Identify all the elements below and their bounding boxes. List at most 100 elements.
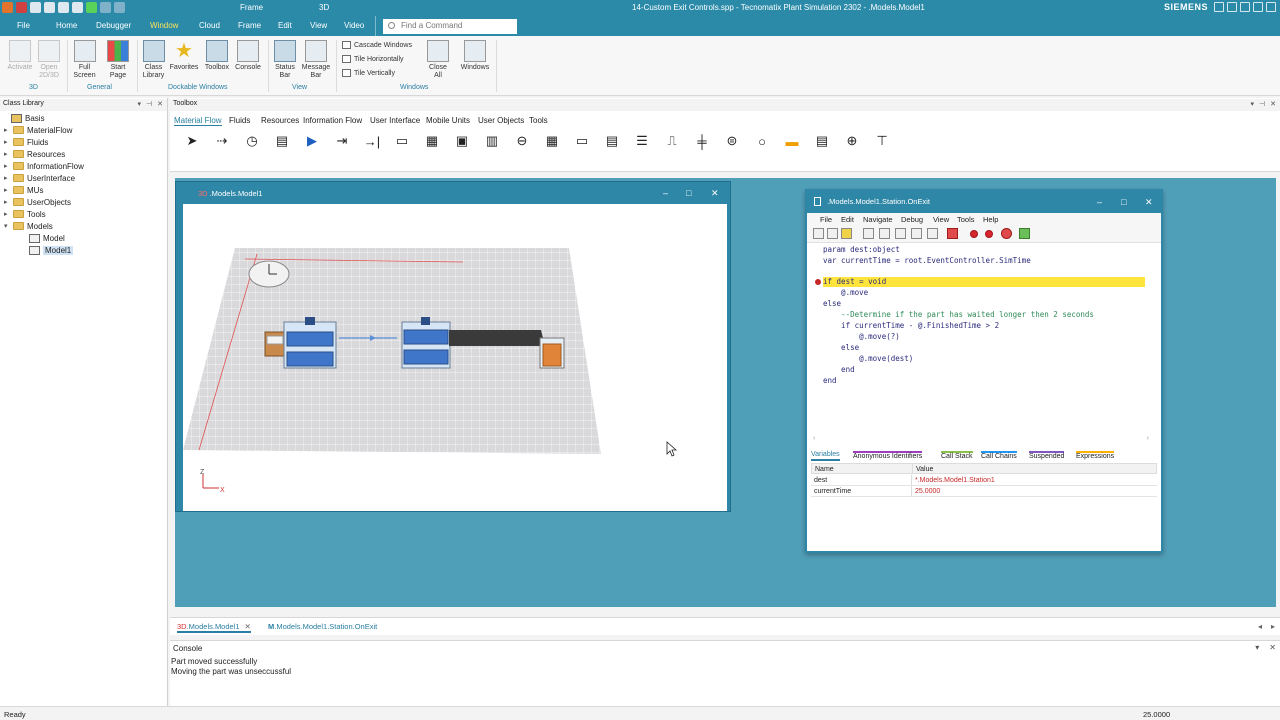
close-icon[interactable]: ✕ <box>1269 643 1276 652</box>
save-icon[interactable] <box>44 2 55 13</box>
conveyor-line[interactable] <box>449 330 545 346</box>
dropdown-icon[interactable]: ▾ <box>1251 100 1255 108</box>
tab-call-chains[interactable]: Call Chains <box>981 451 1017 461</box>
expand-icon[interactable]: ▸ <box>4 186 10 194</box>
connector-icon[interactable]: ⇢ <box>210 130 234 152</box>
pin-icon[interactable]: ⊣ <box>1259 100 1265 108</box>
run-debug-icon[interactable] <box>1019 228 1030 239</box>
sorter-icon[interactable]: ▤ <box>600 130 624 152</box>
pointer-icon[interactable]: ➤ <box>180 130 204 152</box>
stop-icon[interactable] <box>72 2 83 13</box>
two-lane-track-icon[interactable]: ▤ <box>810 130 834 152</box>
cascade-windows-button[interactable]: Cascade Windows <box>342 41 412 49</box>
tree-item-mus[interactable]: ▸ MUs <box>4 184 43 196</box>
collapse-icon[interactable]: ▾ <box>4 222 10 230</box>
tab-frame[interactable]: Frame <box>238 21 261 30</box>
uncomment-icon[interactable] <box>927 228 938 239</box>
station-object[interactable] <box>283 317 337 369</box>
tab-file[interactable]: File <box>17 21 30 30</box>
indent-icon[interactable] <box>879 228 890 239</box>
editor-menu-file[interactable]: File <box>820 215 832 224</box>
editor-menu-debug[interactable]: Debug <box>901 215 923 224</box>
code-horizontal-scrollbar[interactable]: ‹ › <box>813 435 1149 442</box>
delete-breakpoints-icon[interactable] <box>947 228 958 239</box>
frame-icon[interactable]: ▤ <box>270 130 294 152</box>
tab-user-objects[interactable]: User Objects <box>478 116 524 125</box>
doc-tab-model1-3d[interactable]: 3D.Models.Model1 ✕ <box>177 622 251 633</box>
expand-icon[interactable]: ▸ <box>4 126 10 134</box>
table-row[interactable]: dest *.Models.Model1.Station1 <box>811 475 1157 486</box>
drain-object[interactable] <box>539 337 565 369</box>
tree-item-informationflow[interactable]: ▸ InformationFlow <box>4 160 84 172</box>
outdent-icon[interactable] <box>895 228 906 239</box>
expand-icon[interactable]: ▸ <box>4 210 10 218</box>
turnplate-icon[interactable]: ○ <box>750 130 774 152</box>
tab-expressions[interactable]: Expressions <box>1076 451 1115 461</box>
minimize-icon[interactable]: – <box>663 188 668 198</box>
favorites-button[interactable]: ★ Favorites <box>168 40 200 72</box>
console-button[interactable]: Console <box>233 40 263 72</box>
workshop-icon[interactable]: ⎍ <box>660 130 684 152</box>
tab-call-stack[interactable]: Call Stack <box>941 451 973 461</box>
tree-item-userinterface[interactable]: ▸ UserInterface <box>4 172 75 184</box>
tree-item-materialflow[interactable]: ▸ MaterialFlow <box>4 124 72 136</box>
step-icon[interactable] <box>100 2 111 13</box>
inherit-icon[interactable] <box>813 228 824 239</box>
expand-icon[interactable]: ▸ <box>4 198 10 206</box>
tab-anonymous-identifiers[interactable]: Anonymous Identifiers <box>853 451 923 461</box>
tree-item-model1[interactable]: Model1 <box>20 244 74 256</box>
tab-scroll-right-icon[interactable]: ▸ <box>1271 622 1275 631</box>
tree-item-model[interactable]: Model <box>20 232 65 244</box>
buffer-icon[interactable]: ▭ <box>570 130 594 152</box>
source-icon[interactable]: ▶ <box>300 130 324 152</box>
editor-menu-edit[interactable]: Edit <box>841 215 854 224</box>
tab-window[interactable]: Window <box>150 21 178 30</box>
maximize-icon[interactable]: □ <box>686 188 691 198</box>
tab-material-flow[interactable]: Material Flow <box>174 116 222 126</box>
line-icon[interactable]: ╪ <box>690 130 714 152</box>
fast-forward-icon[interactable] <box>114 2 125 13</box>
event-controller-clock[interactable] <box>248 260 290 288</box>
tree-item-fluids[interactable]: ▸ Fluids <box>4 136 48 148</box>
interface-icon[interactable]: →| <box>360 130 384 152</box>
expand-icon[interactable]: ▸ <box>4 150 10 158</box>
tab-resources[interactable]: Resources <box>261 116 299 125</box>
column-header-name[interactable]: Name <box>815 466 834 473</box>
transfer-station-icon[interactable]: ⊤ <box>870 130 894 152</box>
help-icon[interactable] <box>1227 2 1237 12</box>
stop-debug-icon[interactable] <box>1001 228 1012 239</box>
breakpoint-marker-icon[interactable] <box>815 279 821 285</box>
tab-home[interactable]: Home <box>56 21 77 30</box>
expand-icon[interactable]: ▸ <box>4 138 10 146</box>
app-icon[interactable] <box>2 2 13 13</box>
status-bar-button[interactable]: Status Bar <box>272 40 298 80</box>
dropdown-icon[interactable]: ▾ <box>138 100 142 108</box>
command-search-input[interactable]: Find a Command <box>383 19 517 34</box>
close-icon[interactable]: ✕ <box>157 100 163 108</box>
tab-scroll-left-icon[interactable]: ◂ <box>1258 622 1262 631</box>
assembly-icon[interactable]: ▣ <box>450 130 474 152</box>
start-page-button[interactable]: Start Page <box>104 40 132 80</box>
close-icon[interactable]: ✕ <box>1270 100 1276 108</box>
tab-user-interface[interactable]: User Interface <box>370 116 420 125</box>
tab-suspended[interactable]: Suspended <box>1029 451 1065 461</box>
close-icon[interactable]: ✕ <box>711 188 719 199</box>
close-tab-icon[interactable]: ✕ <box>245 622 251 631</box>
tab-variables[interactable]: Variables <box>811 451 840 461</box>
tab-tools[interactable]: Tools <box>529 116 548 125</box>
shift-calendar-icon[interactable]: ⊖ <box>510 130 534 152</box>
apply-changes-icon[interactable] <box>841 228 852 239</box>
station-icon[interactable]: ▭ <box>390 130 414 152</box>
tree-item-userobjects[interactable]: ▸ UserObjects <box>4 196 71 208</box>
toolbox-button[interactable]: Toolbox <box>202 40 232 72</box>
close-icon[interactable] <box>1266 2 1276 12</box>
start-icon[interactable] <box>86 2 97 13</box>
class-library-button[interactable]: Class Library <box>140 40 167 80</box>
cycle-icon[interactable]: ☰ <box>630 130 654 152</box>
turntable-icon[interactable]: ⊜ <box>720 130 744 152</box>
activate-button[interactable]: Activate <box>6 40 34 72</box>
open-2d3d-button[interactable]: Open 2D/3D <box>36 40 62 80</box>
close-all-button[interactable]: Close All <box>425 40 451 80</box>
tab-information-flow[interactable]: Information Flow <box>303 116 362 125</box>
expand-icon[interactable]: ▸ <box>4 162 10 170</box>
